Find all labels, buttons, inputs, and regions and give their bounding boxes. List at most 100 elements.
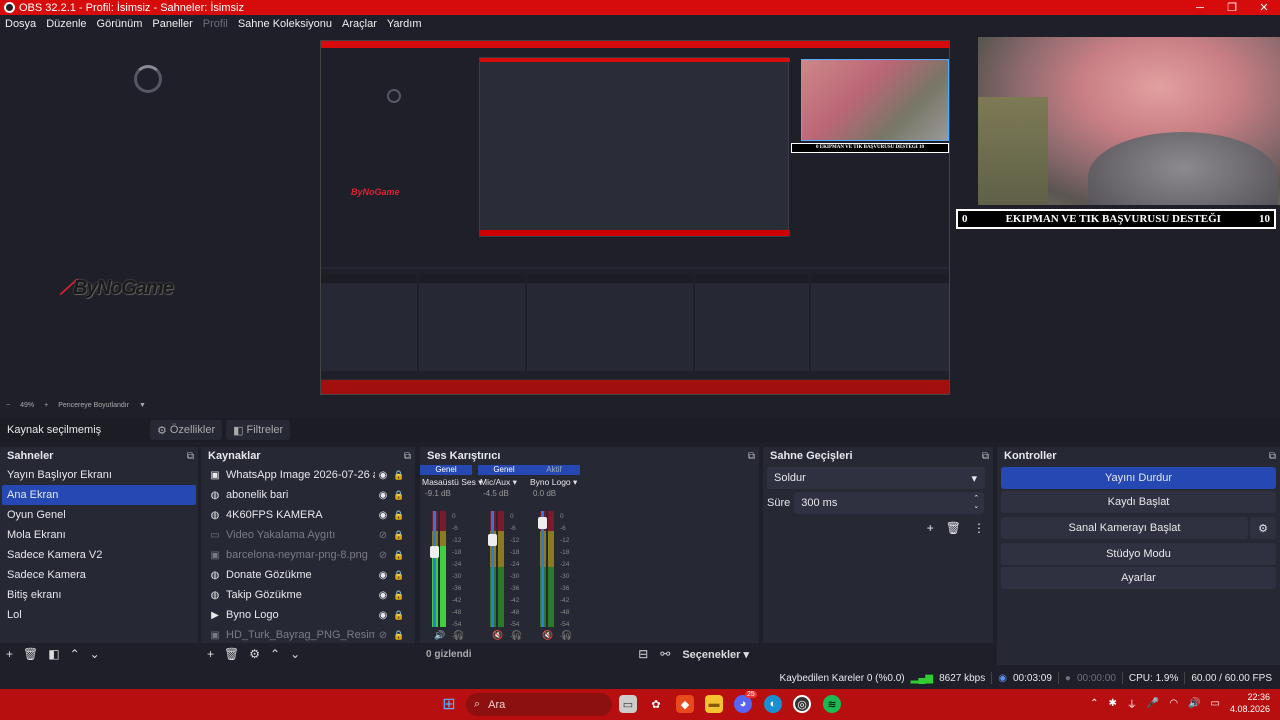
fader-knob[interactable]	[430, 546, 439, 558]
volume-fader[interactable]	[538, 511, 547, 627]
scene-item[interactable]: Bitiş ekranı	[0, 585, 198, 605]
eye-hidden-icon[interactable]: ⊘	[375, 630, 391, 641]
scene-item[interactable]: Oyun Genel	[0, 505, 198, 525]
source-item[interactable]: ▶ Byno Logo ◉ 🔒	[201, 605, 415, 625]
add-transition-icon[interactable]: +	[927, 521, 934, 535]
brave-icon[interactable]: ◆	[676, 695, 694, 713]
minimize-button[interactable]: ─	[1184, 2, 1216, 14]
channel-name[interactable]: Byno Logo ▾	[528, 475, 580, 489]
fader-knob[interactable]	[488, 534, 497, 546]
undock-icon[interactable]: ⧉	[404, 451, 411, 462]
muted-speaker-icon[interactable]: 🔇	[542, 630, 553, 641]
duration-input[interactable]: 300 ms ⌃ ⌄	[794, 492, 985, 514]
virtual-camera-button[interactable]: Sanal Kamerayı Başlat	[1001, 517, 1248, 539]
volume-fader[interactable]	[488, 511, 497, 627]
move-up-icon[interactable]: ⌃	[270, 647, 280, 661]
more-icon[interactable]: ⋮	[973, 521, 985, 535]
taskbar-search[interactable]: ⌕ Ara	[466, 693, 612, 716]
menu-edit[interactable]: Düzenle	[46, 18, 86, 30]
zoom-in-button[interactable]: +	[44, 402, 48, 409]
channel-name[interactable]: Masaüstü Ses ▾	[420, 475, 483, 489]
chatgpt-icon[interactable]: ✿	[647, 695, 665, 713]
scene-item[interactable]: Sadece Kamera V2	[0, 545, 198, 565]
filters-icon[interactable]: ◧	[48, 647, 59, 661]
move-up-icon[interactable]: ⌃	[70, 647, 80, 661]
stop-stream-button[interactable]: Yayını Durdur	[1001, 467, 1276, 489]
spotify-icon[interactable]: ≋	[823, 695, 841, 713]
trash-icon[interactable]: 🗑	[224, 647, 239, 661]
volume-icon[interactable]: 🔊	[1188, 698, 1200, 709]
obs-taskbar-icon[interactable]: ◎	[793, 695, 811, 713]
properties-button[interactable]: ⚙ Özellikler	[150, 420, 223, 440]
muted-speaker-icon[interactable]: 🔇	[492, 630, 503, 641]
file-explorer-icon[interactable]: ▬	[705, 695, 723, 713]
virtual-camera-settings-gear-icon[interactable]: ⚙	[1250, 517, 1276, 539]
menu-file[interactable]: Dosya	[5, 18, 36, 30]
eye-icon[interactable]: ◉	[375, 590, 391, 601]
eye-icon[interactable]: ◉	[375, 490, 391, 501]
move-down-icon[interactable]: ⌄	[290, 647, 300, 661]
volume-fader[interactable]	[430, 511, 439, 627]
start-recording-button[interactable]: Kaydı Başlat	[1001, 491, 1276, 513]
stepper-icon[interactable]: ⌃ ⌄	[973, 495, 979, 511]
lock-icon[interactable]: 🔒	[391, 530, 407, 541]
headphones-icon[interactable]: 🎧	[511, 630, 522, 641]
eye-hidden-icon[interactable]: ⊘	[375, 530, 391, 541]
lock-icon[interactable]: 🔒	[391, 590, 407, 601]
trash-icon[interactable]: 🗑	[946, 521, 961, 535]
menu-help[interactable]: Yardım	[387, 18, 422, 30]
preview-canvas[interactable]: ⟋ByNoGame ByNoGame 0 EKIPMAN VE TIK BAŞV…	[0, 33, 1280, 398]
add-source-icon[interactable]: +	[207, 647, 214, 661]
menu-profile[interactable]: Profil	[203, 18, 228, 30]
windows-start-icon[interactable]: ⊞	[440, 695, 458, 713]
menu-view[interactable]: Görünüm	[97, 18, 143, 30]
fader-knob[interactable]	[538, 517, 547, 529]
eye-icon[interactable]: ◉	[375, 570, 391, 581]
link-icon[interactable]: ⚯	[660, 647, 670, 661]
zoom-fit[interactable]: Pencereye Boyutlandır	[58, 402, 129, 409]
menu-docks[interactable]: Paneller	[152, 18, 192, 30]
wifi-icon[interactable]: ◠	[1169, 698, 1178, 709]
headphones-icon[interactable]: 🎧	[453, 630, 464, 641]
source-item[interactable]: ◍ Donate Gözükme ◉ 🔒	[201, 565, 415, 585]
gear-icon[interactable]: ⚙	[249, 647, 260, 661]
scene-item[interactable]: Yayın Başlıyor Ekranı	[0, 465, 198, 485]
battery-icon[interactable]: ▭	[1211, 698, 1220, 709]
source-item[interactable]: ◍ abonelik bari ◉ 🔒	[201, 485, 415, 505]
options-dropdown[interactable]: Seçenekler ▾	[682, 648, 749, 661]
zoom-dropdown-icon[interactable]: ▼	[139, 402, 146, 409]
add-scene-icon[interactable]: +	[6, 647, 13, 661]
eye-icon[interactable]: ◉	[375, 510, 391, 521]
scene-item[interactable]: Lol	[0, 605, 198, 625]
source-item[interactable]: ▣ barcelona-neymar-png-8.png ⊘ 🔒	[201, 545, 415, 565]
bluetooth-icon[interactable]: ✱	[1108, 698, 1116, 709]
move-down-icon[interactable]: ⌄	[90, 647, 100, 661]
trash-icon[interactable]: 🗑	[23, 647, 38, 661]
clock[interactable]: 22:36 4.08.2026	[1230, 691, 1270, 715]
lock-icon[interactable]: 🔒	[391, 550, 407, 561]
eye-icon[interactable]: ◉	[375, 470, 391, 481]
lock-icon[interactable]: 🔒	[391, 610, 407, 621]
menu-tools[interactable]: Araçlar	[342, 18, 377, 30]
usb-icon[interactable]: ⏚	[1127, 696, 1137, 711]
lock-icon[interactable]: 🔒	[391, 570, 407, 581]
source-item[interactable]: ◍ 4K60FPS KAMERA ◉ 🔒	[201, 505, 415, 525]
undock-icon[interactable]: ⧉	[1269, 451, 1276, 462]
scene-item-selected[interactable]: Ana Ekran	[2, 485, 196, 505]
undock-icon[interactable]: ⧉	[982, 451, 989, 462]
scene-item[interactable]: Mola Ekranı	[0, 525, 198, 545]
maximize-button[interactable]: ❐	[1216, 1, 1248, 14]
source-item[interactable]: ◍ Takip Gözükme ◉ 🔒	[201, 585, 415, 605]
speaker-icon[interactable]: 🔊	[434, 630, 445, 641]
scene-item[interactable]: Sadece Kamera	[0, 565, 198, 585]
source-item[interactable]: ▭ Video Yakalama Aygıtı ⊘ 🔒	[201, 525, 415, 545]
tray-overflow-icon[interactable]: ⌃	[1090, 698, 1098, 709]
channel-name[interactable]: Mic/Aux ▾	[478, 475, 530, 489]
transition-select[interactable]: Soldur ▾	[767, 467, 985, 489]
layout-icon[interactable]: ⊟	[638, 647, 648, 661]
lock-icon[interactable]: 🔒	[391, 490, 407, 501]
lock-icon[interactable]: 🔒	[391, 510, 407, 521]
lock-icon[interactable]: 🔒	[391, 470, 407, 481]
zoom-out-button[interactable]: −	[6, 402, 10, 409]
headphones-icon[interactable]: 🎧	[561, 630, 572, 641]
